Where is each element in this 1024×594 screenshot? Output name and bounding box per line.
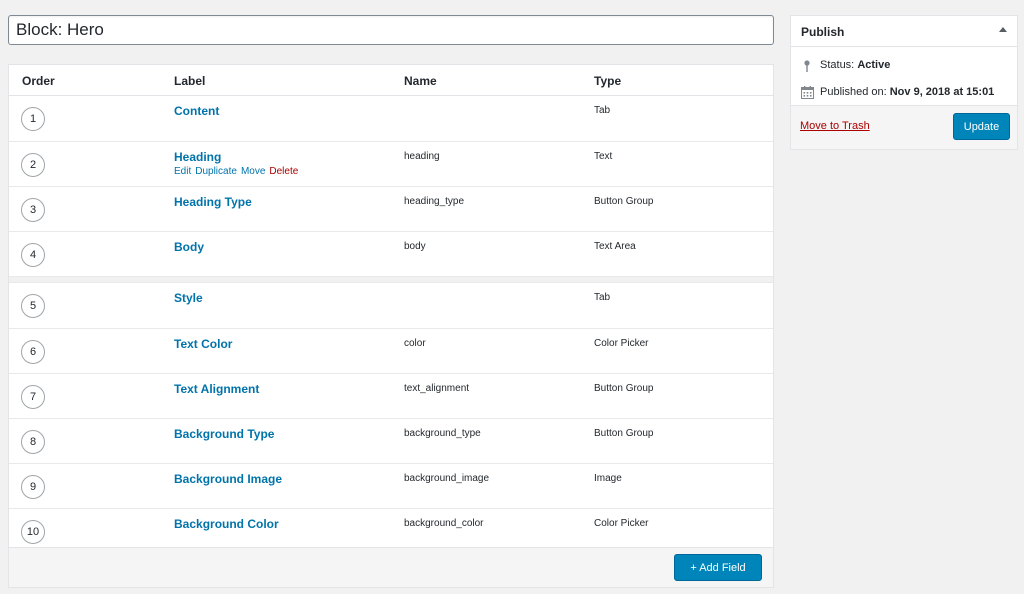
field-type: Image (594, 473, 622, 484)
triangle-up-icon[interactable] (999, 27, 1007, 32)
delete-link[interactable]: Delete (269, 166, 298, 177)
col-label: Label (174, 74, 206, 88)
field-name: body (404, 241, 426, 252)
pin-icon (804, 60, 810, 72)
field-type: Button Group (594, 383, 654, 394)
col-type: Type (594, 74, 622, 88)
field-row: 8 Background Type background_type Button Gr… (9, 418, 773, 463)
field-label-link[interactable]: Text Alignment (174, 382, 259, 396)
field-label-link[interactable]: Heading Type (174, 195, 252, 209)
field-row: 9 Background Image background_image Image (9, 463, 773, 508)
group-divider (9, 276, 773, 283)
col-order: Order (22, 74, 55, 88)
fields-table: Order Label Name Type 1 Content Tab 2 Headin… (8, 64, 774, 588)
duplicate-link[interactable]: Duplicate (195, 166, 237, 177)
field-name: color (404, 338, 426, 349)
field-label-link[interactable]: Background Type (174, 427, 274, 441)
status-value: Active (857, 59, 891, 71)
field-label-link[interactable]: Background Image (174, 472, 282, 486)
order-badge[interactable]: 4 (21, 243, 45, 267)
order-badge[interactable]: 1 (21, 107, 45, 131)
field-row: 5 Style Tab (9, 283, 773, 328)
field-type: Text Area (594, 241, 636, 252)
field-label-link[interactable]: Background Color (174, 517, 279, 531)
row-actions: Edit Duplicate Move Delete (174, 166, 302, 177)
field-row: 4 Body body Text Area (9, 231, 773, 276)
field-type: Tab (594, 105, 611, 116)
field-type: Button Group (594, 428, 654, 439)
status-label: Status: (820, 59, 855, 71)
post-title-input[interactable]: Block: Hero (8, 15, 774, 45)
order-badge[interactable]: 3 (21, 198, 45, 222)
field-name: heading_type (404, 196, 465, 207)
order-badge[interactable]: 7 (21, 385, 45, 409)
move-link[interactable]: Move (241, 166, 265, 177)
field-type: Color Picker (594, 518, 649, 529)
published-value: Nov 9, 2018 at 15:01 (889, 86, 995, 98)
field-rows: 1 Content Tab 2 Heading heading Text Edit Duplic… (9, 96, 773, 553)
publish-footer: Move to Trash Update (791, 105, 1017, 149)
field-type: Button Group (594, 196, 654, 207)
field-row: 6 Text Color color Color Picker (9, 328, 773, 373)
published-label: Published on: (820, 86, 887, 98)
field-label-link[interactable]: Body (174, 240, 204, 254)
order-badge[interactable]: 8 (21, 430, 45, 454)
published-line: Published on: Nov 9, 2018 at 15:01 (791, 77, 1017, 104)
fields-footer: + Add Field (9, 547, 773, 587)
field-label-link[interactable]: Content (174, 104, 219, 118)
field-row: 3 Heading Type heading_type Button Group (9, 186, 773, 231)
add-field-button[interactable]: + Add Field (674, 554, 762, 581)
order-badge[interactable]: 9 (21, 475, 45, 499)
field-label-link[interactable]: Style (174, 291, 203, 305)
order-badge[interactable]: 10 (21, 520, 45, 544)
field-type: Color Picker (594, 338, 649, 349)
fields-table-header: Order Label Name Type (9, 65, 773, 96)
field-row: 1 Content Tab (9, 96, 773, 141)
field-name: background_color (404, 518, 484, 529)
field-type: Tab (594, 292, 611, 303)
publish-box: Publish Status: Active Published on: Nov… (790, 15, 1018, 150)
edit-link[interactable]: Edit (174, 166, 191, 177)
field-row: 7 Text Alignment text_alignment Button Grou… (9, 373, 773, 418)
field-name: text_alignment (404, 383, 470, 394)
field-name: background_type (404, 428, 481, 439)
col-name: Name (404, 74, 437, 88)
field-name: heading (404, 151, 440, 162)
field-type: Text (594, 151, 613, 162)
order-badge[interactable]: 6 (21, 340, 45, 364)
order-badge[interactable]: 2 (21, 153, 45, 177)
order-badge[interactable]: 5 (21, 294, 45, 318)
status-line: Status: Active (791, 50, 1017, 77)
update-button[interactable]: Update (953, 113, 1010, 140)
publish-header: Publish (791, 16, 1017, 47)
field-name: background_image (404, 473, 490, 484)
publish-title: Publish (801, 25, 845, 39)
field-label-link[interactable]: Text Color (174, 337, 232, 351)
calendar-icon (801, 86, 814, 99)
field-row: 2 Heading heading Text Edit Duplicate Move Dele… (9, 141, 773, 186)
field-label-link[interactable]: Heading (174, 150, 221, 164)
move-to-trash-link[interactable]: Move to Trash (800, 120, 870, 132)
